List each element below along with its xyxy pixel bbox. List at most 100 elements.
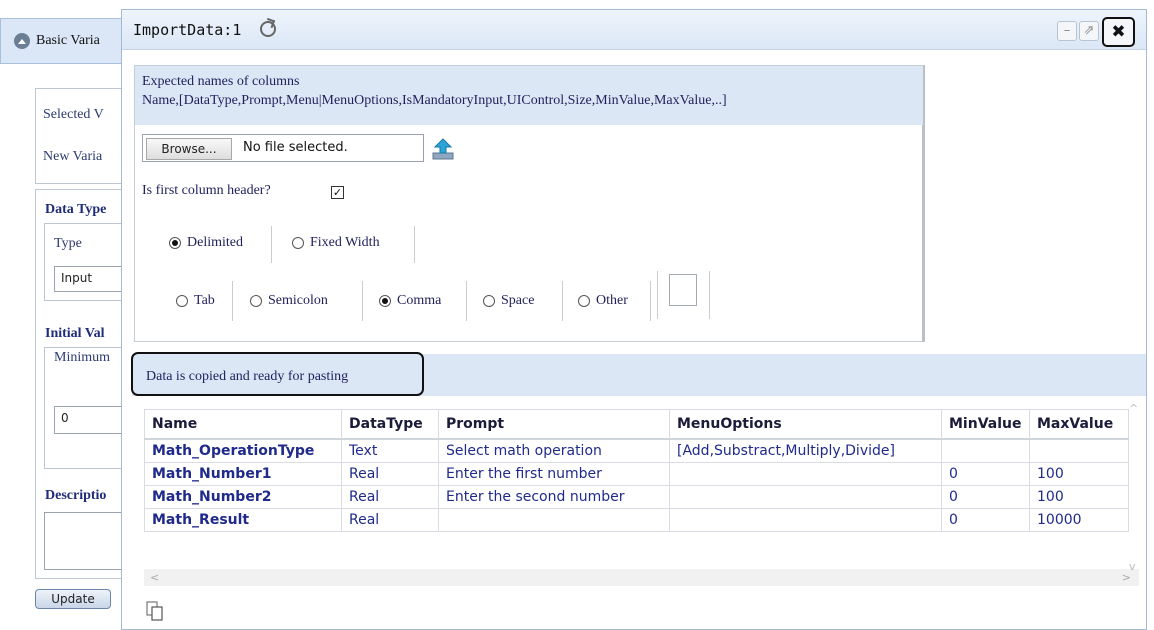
space-radio[interactable] [483, 295, 495, 307]
imported-data-table: Name DataType Prompt MenuOptions MinValu… [144, 409, 1129, 532]
other-radio[interactable] [578, 295, 590, 307]
space-label: Space [501, 293, 535, 308]
column-header[interactable]: MenuOptions [669, 409, 942, 440]
minimum-input-value: 0 [61, 411, 69, 425]
table-cell[interactable]: 100 [1029, 485, 1129, 509]
table-cell[interactable] [941, 438, 1030, 463]
vertical-scrollbar[interactable]: ^ v [1126, 400, 1143, 580]
fixed-width-radio[interactable] [292, 237, 304, 249]
minimize-icon: – [1063, 23, 1071, 38]
description-heading: Descriptio [45, 488, 107, 503]
upload-icon[interactable] [432, 138, 454, 160]
delimited-radio[interactable] [169, 237, 181, 249]
table-cell[interactable]: Math_OperationType [144, 438, 342, 463]
import-data-dialog: ImportData:1 – ⇗ ✖ Expected names of col… [121, 9, 1147, 630]
table-cell[interactable]: Math_Number1 [144, 462, 342, 486]
table-cell[interactable]: Text [341, 438, 439, 463]
refresh-icon[interactable] [260, 21, 276, 37]
delimited-label: Delimited [187, 235, 243, 250]
tab-radio[interactable] [176, 295, 188, 307]
table-cell[interactable]: Real [341, 462, 439, 486]
expected-columns-list: Name,[DataType,Prompt,Menu|MenuOptions,I… [142, 93, 727, 108]
table-cell[interactable] [669, 462, 942, 486]
selected-file-name: No file selected. [243, 140, 348, 155]
divider [650, 281, 651, 321]
file-input[interactable]: Browse... No file selected. [142, 134, 424, 162]
table-cell[interactable]: Real [341, 485, 439, 509]
initial-value-heading: Initial Val [45, 326, 105, 341]
divider [414, 226, 415, 263]
first-column-header-label: Is first column header? [142, 183, 271, 198]
close-icon: ✖ [1111, 22, 1126, 42]
table-cell[interactable]: Enter the second number [438, 485, 670, 509]
column-header[interactable]: Name [144, 409, 342, 440]
table-row[interactable]: Math_OperationType Text Select math oper… [144, 438, 1129, 463]
table-cell[interactable] [438, 508, 670, 532]
other-label: Other [596, 293, 628, 308]
variable-properties-box: Data Type Type Input Initial Val Minimum… [35, 189, 129, 579]
horizontal-scrollbar[interactable]: < > [144, 569, 1139, 586]
column-header[interactable]: MaxValue [1029, 409, 1129, 440]
minimum-input[interactable]: 0 [54, 406, 129, 434]
table-cell[interactable]: 0 [941, 462, 1030, 486]
comma-label: Comma [397, 293, 442, 308]
dialog-titlebar[interactable]: ImportData:1 – ⇗ ✖ [122, 10, 1146, 50]
divider [271, 226, 272, 263]
table-cell[interactable]: 100 [1029, 462, 1129, 486]
copy-icon[interactable] [146, 601, 164, 621]
table-cell[interactable]: Math_Result [144, 508, 342, 532]
divider [562, 281, 563, 321]
table-cell[interactable]: 0 [941, 508, 1030, 532]
table-cell[interactable]: 10000 [1029, 508, 1129, 532]
column-header[interactable]: Prompt [438, 409, 670, 440]
variable-select-box: Selected V New Varia [35, 88, 125, 184]
table-cell[interactable] [1029, 438, 1129, 463]
basic-variable-header[interactable]: Basic Varia [0, 18, 130, 64]
expected-columns-title: Expected names of columns [142, 74, 300, 89]
table-cell[interactable]: Enter the first number [438, 462, 670, 486]
column-header[interactable]: DataType [341, 409, 439, 440]
table-cell[interactable]: Real [341, 508, 439, 532]
basic-variable-label: Basic Varia [36, 33, 100, 48]
scroll-up-icon[interactable]: ^ [1129, 402, 1138, 415]
status-message: Data is copied and ready for pasting [146, 369, 349, 384]
expected-columns-info: Expected names of columns Name,[DataType… [135, 66, 923, 125]
divider [232, 281, 233, 321]
table-cell[interactable]: [Add,Substract,Multiply,Divide] [669, 438, 942, 463]
collapse-icon[interactable] [14, 33, 30, 49]
other-delimiter-input[interactable] [669, 274, 697, 306]
table-cell[interactable] [669, 485, 942, 509]
update-button[interactable]: Update [35, 589, 111, 609]
browse-button[interactable]: Browse... [146, 138, 232, 160]
semicolon-label: Semicolon [268, 293, 328, 308]
column-header[interactable]: MinValue [941, 409, 1030, 440]
initial-value-group: Minimum 0 [44, 347, 129, 469]
semicolon-radio[interactable] [250, 295, 262, 307]
description-textarea[interactable] [44, 512, 126, 570]
table-cell[interactable]: 0 [941, 485, 1030, 509]
data-type-heading: Data Type [45, 202, 107, 217]
divider [466, 281, 467, 321]
comma-radio[interactable] [379, 295, 391, 307]
type-select-value: Input [61, 271, 93, 285]
popout-icon: ⇗ [1083, 23, 1095, 38]
scroll-down-icon[interactable]: v [1129, 560, 1136, 573]
first-column-header-checkbox[interactable]: ✓ [331, 186, 344, 199]
minimize-button[interactable]: – [1057, 21, 1077, 41]
type-label: Type [54, 236, 82, 251]
popout-button[interactable]: ⇗ [1079, 21, 1099, 41]
table-row[interactable]: Math_Result Real 0 10000 [144, 508, 1129, 532]
table-row[interactable]: Math_Number1 Real Enter the first number… [144, 462, 1129, 486]
type-select[interactable]: Input [54, 266, 129, 292]
table-cell[interactable] [669, 508, 942, 532]
close-button[interactable]: ✖ [1102, 17, 1135, 47]
scroll-left-icon[interactable]: < [150, 571, 159, 584]
new-variable-label: New Varia [43, 149, 103, 164]
import-options-panel: Expected names of columns Name,[DataType… [134, 65, 925, 342]
fixed-width-label: Fixed Width [310, 235, 380, 250]
divider [709, 271, 710, 319]
minimum-label: Minimum [54, 350, 111, 365]
table-cell[interactable]: Select math operation [438, 438, 670, 463]
table-row[interactable]: Math_Number2 Real Enter the second numbe… [144, 485, 1129, 509]
table-cell[interactable]: Math_Number2 [144, 485, 342, 509]
